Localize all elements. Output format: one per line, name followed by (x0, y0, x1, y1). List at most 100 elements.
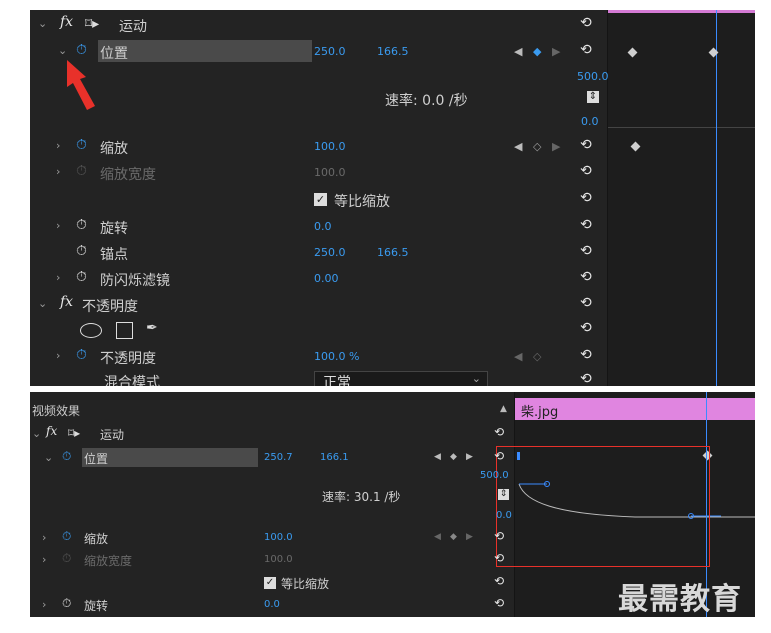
graph-toggle-icon[interactable]: ⇕ (587, 91, 599, 103)
stopwatch-icon[interactable]: ⏱ (76, 42, 87, 58)
opacity-section-row[interactable]: ⌄ fx 不透明度 ⟲ (30, 292, 607, 317)
reset-icon[interactable]: ⟲ (580, 371, 592, 386)
anti-flicker-value[interactable]: 0.00 (314, 272, 339, 285)
fx-icon[interactable]: fx (60, 294, 73, 310)
stopwatch-icon[interactable]: ⏱ (76, 137, 87, 153)
prev-keyframe-icon[interactable]: ◀ (434, 452, 441, 462)
scale-value[interactable]: 100.0 (264, 532, 293, 543)
chevron-right-icon[interactable]: › (56, 349, 60, 362)
anchor-row[interactable]: ⏱ 锚点 250.0 166.5 ⟲ (30, 240, 607, 265)
position-row[interactable]: ⌄ ⏱ 位置 250.7 166.1 ◀ ◆ ▶ ⟲ (30, 446, 514, 471)
chevron-down-icon[interactable]: ⌄ (38, 297, 47, 310)
stopwatch-icon[interactable]: ⏱ (76, 243, 87, 259)
stopwatch-icon[interactable]: ⏱ (62, 529, 71, 544)
motion-section-row[interactable]: ⌄ fx ⌑▸ 运动 ⟲ (30, 12, 607, 37)
stopwatch-icon[interactable]: ⏱ (76, 269, 87, 285)
add-keyframe-icon[interactable]: ◆ (533, 45, 541, 58)
checkbox-checked-icon[interactable]: ✓ (264, 577, 276, 589)
prev-keyframe-icon[interactable]: ◀ (514, 140, 522, 153)
blend-mode-dropdown[interactable]: 正常 ⌄ (314, 371, 488, 386)
position-y-value[interactable]: 166.5 (377, 45, 409, 58)
rectangle-mask-icon[interactable] (116, 322, 133, 339)
reset-icon[interactable]: ⟲ (580, 217, 592, 233)
position-x-value[interactable]: 250.7 (264, 452, 293, 463)
opacity-row[interactable]: › ⏱ 不透明度 100.0 % ◀ ◇ ⟲ (30, 344, 607, 369)
stopwatch-icon[interactable]: ⏱ (76, 347, 87, 363)
chevron-down-icon[interactable]: ⌄ (44, 451, 53, 464)
scale-width-label: 缩放宽度 (100, 167, 156, 183)
playhead-line[interactable] (716, 10, 717, 386)
reset-icon[interactable]: ⟲ (494, 529, 504, 543)
stopwatch-icon[interactable]: ⏱ (62, 596, 71, 611)
reset-icon[interactable]: ⟲ (494, 551, 504, 565)
pen-mask-icon[interactable]: ✒ (146, 320, 158, 336)
rotation-row[interactable]: › ⏱ 旋转 0.0 ⟲ (30, 593, 514, 617)
fx-icon[interactable]: fx (60, 14, 73, 30)
transform-icon: ⌑▸ (85, 16, 100, 32)
reset-icon[interactable]: ⟲ (580, 295, 592, 311)
reset-icon[interactable]: ⟲ (494, 425, 504, 439)
scale-row[interactable]: › ⏱ 缩放 100.0 ◀ ◇ ▶ ⟲ (30, 134, 607, 159)
scale-width-value: 100.0 (314, 166, 346, 179)
chevron-right-icon[interactable]: › (56, 219, 60, 232)
rotation-value[interactable]: 0.0 (264, 599, 280, 610)
add-keyframe-icon[interactable]: ◆ (450, 532, 457, 542)
chevron-right-icon[interactable]: › (56, 271, 60, 284)
uniform-scale-row[interactable]: ✓ 等比缩放 ⟲ (30, 187, 607, 212)
add-keyframe-icon[interactable]: ◆ (450, 452, 457, 462)
checkbox-checked-icon[interactable]: ✓ (314, 193, 327, 206)
reset-icon[interactable]: ⟲ (494, 449, 504, 463)
scale-width-row: › ⏱ 缩放宽度 100.0 ⟲ (30, 160, 607, 185)
prev-keyframe-icon[interactable]: ◀ (434, 532, 441, 542)
rotation-row[interactable]: › ⏱ 旋转 0.0 ⟲ (30, 214, 607, 239)
scale-label: 缩放 (100, 141, 128, 157)
reset-icon[interactable]: ⟲ (580, 347, 592, 363)
scale-value[interactable]: 100.0 (314, 140, 346, 153)
next-keyframe-icon[interactable]: ▶ (552, 140, 560, 153)
chevron-down-icon[interactable]: ⌄ (32, 427, 41, 440)
chevron-right-icon[interactable]: › (56, 139, 60, 152)
blend-mode-row[interactable]: 混合模式 正常 ⌄ ⟲ (30, 368, 607, 386)
chevron-right-icon[interactable]: › (42, 531, 46, 544)
opacity-value[interactable]: 100.0 % (314, 350, 359, 363)
annotation-box (496, 446, 710, 567)
chevron-down-icon[interactable]: ⌄ (38, 17, 47, 30)
reset-icon[interactable]: ⟲ (580, 42, 592, 58)
next-keyframe-icon[interactable]: ▶ (552, 45, 560, 58)
next-keyframe-icon[interactable]: ▶ (466, 452, 473, 462)
anchor-x-value[interactable]: 250.0 (314, 246, 346, 259)
reset-icon[interactable]: ⟲ (580, 243, 592, 259)
reset-icon[interactable]: ⟲ (580, 190, 592, 206)
chevron-right-icon[interactable]: › (42, 598, 46, 611)
scale-width-value: 100.0 (264, 554, 293, 565)
prev-keyframe-icon[interactable]: ◀ (514, 45, 522, 58)
reset-icon[interactable]: ⟲ (494, 596, 504, 610)
anti-flicker-row[interactable]: › ⏱ 防闪烁滤镜 0.00 ⟲ (30, 266, 607, 291)
rotation-value[interactable]: 0.0 (314, 220, 332, 233)
stopwatch-icon[interactable]: ⏱ (62, 449, 71, 464)
add-keyframe-icon[interactable]: ◇ (533, 350, 541, 363)
fx-icon[interactable]: fx (46, 424, 57, 438)
scroll-up-icon[interactable]: ▲ (500, 404, 507, 414)
reset-icon[interactable]: ⟲ (580, 269, 592, 285)
reset-icon[interactable]: ⟲ (580, 15, 592, 31)
reset-icon[interactable]: ⟲ (494, 574, 504, 588)
prev-keyframe-icon[interactable]: ◀ (514, 350, 522, 363)
motion-section-row[interactable]: ⌄ fx ⌑▸ 运动 ⟲ (30, 422, 514, 447)
uniform-scale-label: 等比缩放 (281, 577, 330, 591)
position-row[interactable]: ⌄ ⏱ 位置 250.0 166.5 ◀ ◆ ▶ ⟲ (30, 39, 607, 64)
clip-bar[interactable]: 柴.jpg (515, 398, 755, 420)
position-x-value[interactable]: 250.0 (314, 45, 346, 58)
keyframe-timeline[interactable] (607, 10, 755, 386)
reset-icon[interactable]: ⟲ (580, 137, 592, 153)
ellipse-mask-icon[interactable] (80, 323, 102, 338)
graph-toggle-icon[interactable]: ⇕ (498, 489, 509, 500)
position-y-value[interactable]: 166.1 (320, 452, 349, 463)
stopwatch-icon[interactable]: ⏱ (76, 217, 87, 233)
next-keyframe-icon[interactable]: ▶ (466, 532, 473, 542)
reset-icon[interactable]: ⟲ (580, 163, 592, 179)
add-keyframe-icon[interactable]: ◇ (533, 140, 541, 153)
reset-icon[interactable]: ⟲ (580, 320, 592, 336)
chevron-down-icon[interactable]: ⌄ (58, 44, 67, 57)
anchor-y-value[interactable]: 166.5 (377, 246, 409, 259)
